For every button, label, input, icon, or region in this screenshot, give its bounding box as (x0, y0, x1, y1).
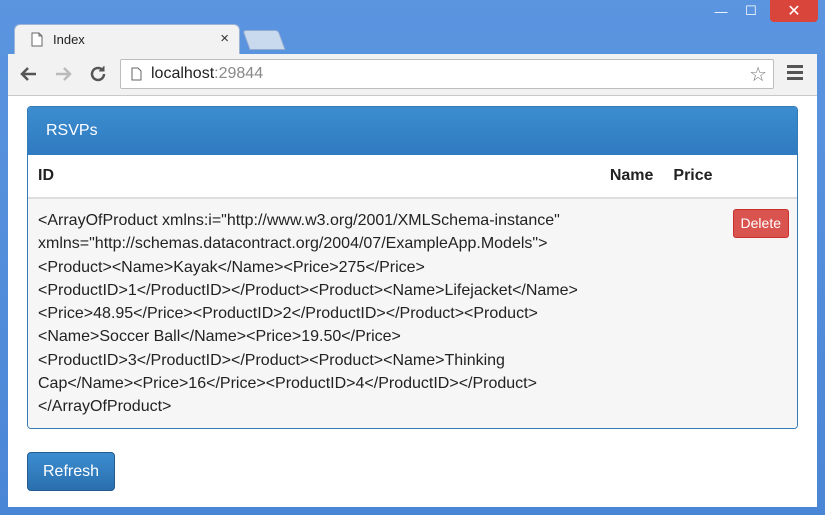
page-icon (131, 67, 142, 81)
column-header-id: ID (28, 155, 600, 199)
back-arrow-icon (20, 67, 36, 81)
column-header-actions (722, 155, 797, 199)
table-row: <ArrayOfProduct xmlns:i="http://www.w3.o… (28, 198, 797, 428)
cell-actions: Delete (722, 198, 797, 428)
forward-arrow-icon (56, 67, 72, 81)
url-host: localhost (151, 65, 215, 82)
address-bar[interactable]: localhost:29844 ☆ (120, 59, 774, 89)
column-header-name: Name (599, 155, 664, 199)
url-text: localhost:29844 (151, 65, 263, 83)
page-content: RSVPs ID Name Price <ArrayOfProduct xmln… (8, 96, 817, 507)
url-port: :29844 (214, 65, 264, 82)
forward-button[interactable] (50, 62, 76, 86)
tab-title: Index (53, 32, 85, 47)
delete-button[interactable]: Delete (732, 209, 789, 239)
tab-bar: Index × — ☐ ✕ (0, 0, 825, 54)
column-header-price: Price (663, 155, 723, 199)
minimize-button[interactable]: — (706, 0, 736, 22)
refresh-button[interactable]: Refresh (27, 452, 115, 491)
cell-price (663, 198, 723, 428)
browser-window: Index × — ☐ ✕ localhost:29844 ☆ RSVPs ID… (0, 0, 825, 515)
reload-icon (90, 66, 106, 82)
tab-index[interactable]: Index × (14, 24, 240, 54)
close-window-button[interactable]: ✕ (770, 0, 818, 22)
browser-toolbar: localhost:29844 ☆ (8, 54, 817, 96)
cell-name (599, 198, 664, 428)
cell-id: <ArrayOfProduct xmlns:i="http://www.w3.o… (28, 198, 600, 428)
menu-icon[interactable] (787, 65, 803, 81)
rsvp-panel: RSVPs ID Name Price <ArrayOfProduct xmln… (27, 106, 798, 429)
maximize-button[interactable]: ☐ (736, 0, 766, 22)
panel-heading: RSVPs (28, 107, 797, 155)
back-button[interactable] (16, 62, 42, 86)
new-tab-button[interactable] (242, 30, 286, 50)
bookmark-star-icon[interactable]: ☆ (749, 62, 767, 87)
rsvp-table: ID Name Price <ArrayOfProduct xmlns:i="h… (28, 155, 797, 428)
table-header-row: ID Name Price (28, 155, 797, 199)
tab-close-icon[interactable]: × (220, 30, 229, 47)
reload-button[interactable] (85, 62, 111, 86)
page-icon (31, 32, 43, 47)
